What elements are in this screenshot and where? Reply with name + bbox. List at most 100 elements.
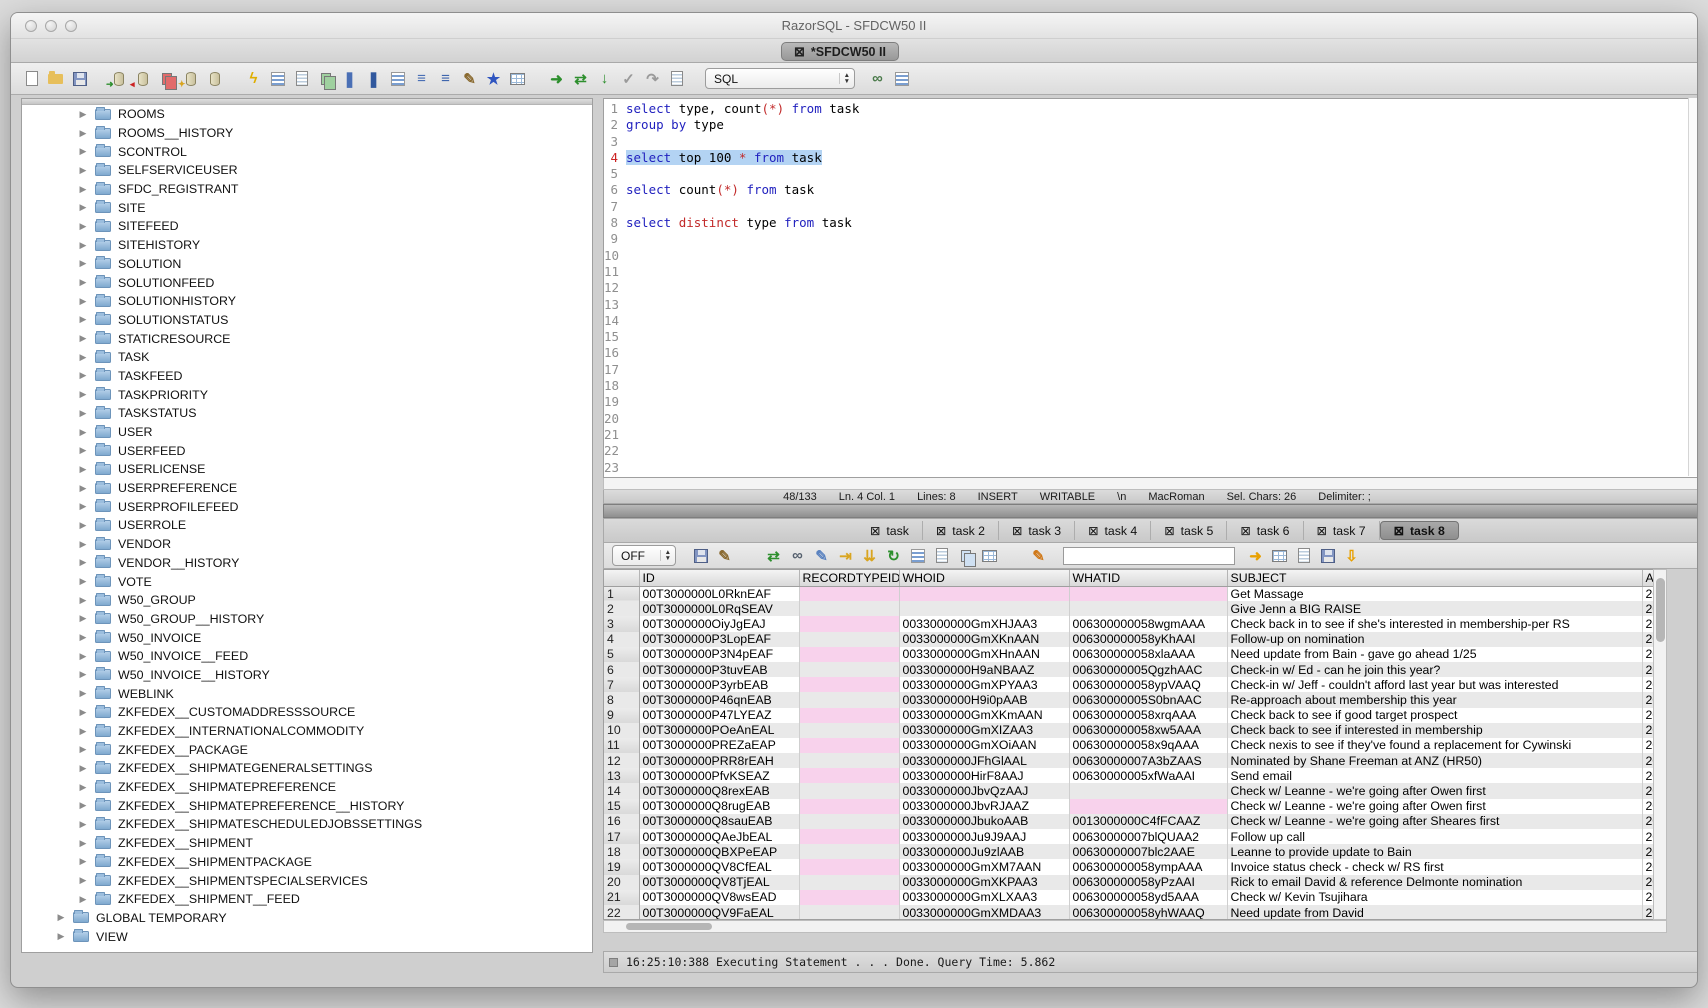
table-cell[interactable]: 00T3000000QV8wsEAD bbox=[639, 890, 799, 905]
table-row[interactable]: 1700T3000000QAeJbEAL0033000000Ju9J9AAJ00… bbox=[604, 829, 1667, 844]
tree-item-site[interactable]: ▶SITE bbox=[22, 198, 592, 217]
table-cell[interactable]: 00T3000000PRR8rEAH bbox=[639, 753, 799, 768]
table-row[interactable]: 400T3000000P3LopEAF0033000000GmXKnAAN006… bbox=[604, 632, 1667, 647]
disclosure-triangle-icon[interactable]: ▶ bbox=[77, 557, 89, 568]
disclosure-triangle-icon[interactable]: ▶ bbox=[77, 632, 89, 643]
tree-item-userlicense[interactable]: ▶USERLICENSE bbox=[22, 460, 592, 479]
table-cell[interactable] bbox=[799, 632, 899, 647]
tab-close-icon[interactable]: ⊠ bbox=[1394, 524, 1404, 538]
fetch-down-icon[interactable]: ↓ bbox=[594, 68, 615, 89]
tree-item-solutionstatus[interactable]: ▶SOLUTIONSTATUS bbox=[22, 311, 592, 330]
column-header-subject[interactable]: SUBJECT bbox=[1227, 570, 1642, 586]
table-cell[interactable]: Check-in w/ Jeff - couldn't afford last … bbox=[1227, 677, 1642, 692]
table-cell[interactable] bbox=[799, 601, 899, 616]
add-row-icon[interactable]: ≡ bbox=[435, 68, 456, 89]
tree-item-solution[interactable]: ▶SOLUTION bbox=[22, 255, 592, 274]
table-cell[interactable] bbox=[799, 875, 899, 890]
row-number-cell[interactable]: 20 bbox=[604, 875, 639, 890]
messages-icon[interactable] bbox=[891, 68, 912, 89]
disclosure-triangle-icon[interactable]: ▶ bbox=[77, 688, 89, 699]
disclosure-triangle-icon[interactable]: ▶ bbox=[77, 894, 89, 905]
favorites-icon[interactable]: ★ bbox=[483, 68, 504, 89]
disclosure-triangle-icon[interactable]: ▶ bbox=[77, 800, 89, 811]
results-list-icon[interactable] bbox=[387, 68, 408, 89]
tree-item-taskstatus[interactable]: ▶TASKSTATUS bbox=[22, 404, 592, 423]
table-row[interactable]: 300T3000000OiyJgEAJ0033000000GmXHJAA3006… bbox=[604, 616, 1667, 631]
tree-item-global-temporary[interactable]: ▶GLOBAL TEMPORARY bbox=[22, 909, 592, 928]
disclosure-triangle-icon[interactable]: ▶ bbox=[77, 651, 89, 662]
table-cell[interactable]: 0033000000H9aNBAAZ bbox=[899, 662, 1069, 677]
table-cell[interactable]: 00T3000000OiyJgEAJ bbox=[639, 616, 799, 631]
preview-icon[interactable]: ∞ bbox=[867, 68, 888, 89]
disclosure-triangle-icon[interactable]: ▶ bbox=[77, 576, 89, 587]
table-cell[interactable]: 006300000058xw5AAA bbox=[1069, 723, 1227, 738]
code-line[interactable] bbox=[626, 199, 1698, 215]
result-tab-task-7[interactable]: ⊠task 7 bbox=[1304, 521, 1380, 540]
expand-tree-icon[interactable]: ⇥ bbox=[835, 545, 856, 566]
column-header-rownum[interactable] bbox=[604, 570, 639, 586]
table-cell[interactable] bbox=[799, 905, 899, 920]
tree-item-user[interactable]: ▶USER bbox=[22, 423, 592, 442]
disclosure-triangle-icon[interactable]: ▶ bbox=[77, 128, 89, 139]
table-row[interactable]: 2100T3000000QV8wsEAD0033000000GmXLXAA300… bbox=[604, 890, 1667, 905]
table-cell[interactable] bbox=[799, 768, 899, 783]
row-number-cell[interactable]: 16 bbox=[604, 814, 639, 829]
table-cell[interactable]: 0033000000GmXIZAA3 bbox=[899, 723, 1069, 738]
result-tab-task-4[interactable]: ⊠task 4 bbox=[1075, 521, 1151, 540]
table-cell[interactable]: 00T3000000QV8TjEAL bbox=[639, 875, 799, 890]
refresh-results-icon[interactable]: ⇄ bbox=[763, 545, 784, 566]
table-cell[interactable]: 006300000058yd5AAA bbox=[1069, 890, 1227, 905]
save-grid-icon[interactable] bbox=[1317, 545, 1338, 566]
table-row[interactable]: 200T3000000L0RqSEAVGive Jenn a BIG RAISE… bbox=[604, 601, 1667, 616]
view-results-icon[interactable]: ∞ bbox=[787, 545, 808, 566]
table-cell[interactable]: 006300000058ypVAAQ bbox=[1069, 677, 1227, 692]
document-tab[interactable]: ⊠ *SFDCW50 II bbox=[781, 42, 899, 61]
table-cell[interactable]: 00T3000000PfvKSEAZ bbox=[639, 768, 799, 783]
result-tab-task-3[interactable]: ⊠task 3 bbox=[999, 521, 1075, 540]
disclosure-triangle-icon[interactable]: ▶ bbox=[77, 875, 89, 886]
row-number-cell[interactable]: 2 bbox=[604, 601, 639, 616]
table-cell[interactable]: Check w/ Leanne - we're going after Owen… bbox=[1227, 799, 1642, 814]
table-cell[interactable]: 00T3000000P3yrbEAB bbox=[639, 677, 799, 692]
table-cell[interactable]: 00T3000000Q8rexEAB bbox=[639, 783, 799, 798]
table-cell[interactable]: 0033000000Ju9J9AAJ bbox=[899, 829, 1069, 844]
row-number-cell[interactable]: 15 bbox=[604, 799, 639, 814]
results-table[interactable]: IDRECORDTYPEIDWHOIDWHATIDSUBJECTAC100T30… bbox=[604, 570, 1667, 920]
table-row[interactable]: 600T3000000P3tuvEAB0033000000H9aNBAAZ006… bbox=[604, 662, 1667, 677]
row-number-cell[interactable]: 10 bbox=[604, 723, 639, 738]
disclosure-triangle-icon[interactable]: ▶ bbox=[77, 352, 89, 363]
disclosure-triangle-icon[interactable]: ▶ bbox=[77, 202, 89, 213]
table-cell[interactable] bbox=[799, 616, 899, 631]
fetch-more-icon[interactable]: ⇊ bbox=[859, 545, 880, 566]
tab-close-icon[interactable]: ⊠ bbox=[1164, 524, 1174, 538]
open-file-icon[interactable] bbox=[45, 68, 66, 89]
row-number-cell[interactable]: 14 bbox=[604, 783, 639, 798]
sql-code-area[interactable]: select type, count(*) from taskgroup by … bbox=[620, 99, 1698, 477]
column-header-recordtypeid[interactable]: RECORDTYPEID bbox=[799, 570, 899, 586]
table-cell[interactable]: Nominated by Shane Freeman at ANZ (HR50) bbox=[1227, 753, 1642, 768]
table-cell[interactable]: 00630000005xfWaAAI bbox=[1069, 768, 1227, 783]
table-cell[interactable] bbox=[799, 890, 899, 905]
tree-item-vendor[interactable]: ▶VENDOR bbox=[22, 535, 592, 554]
table-cell[interactable]: 0033000000H9i0pAAB bbox=[899, 692, 1069, 707]
code-line[interactable] bbox=[626, 427, 1698, 443]
tab-close-icon[interactable]: ⊠ bbox=[1240, 524, 1250, 538]
row-number-cell[interactable]: 22 bbox=[604, 905, 639, 920]
copy-table-icon[interactable] bbox=[156, 68, 177, 89]
code-line[interactable] bbox=[626, 134, 1698, 150]
tree-item-task[interactable]: ▶TASK bbox=[22, 348, 592, 367]
table-cell[interactable]: Check back to see if good target prospec… bbox=[1227, 708, 1642, 723]
disclosure-triangle-icon[interactable]: ▶ bbox=[77, 314, 89, 325]
disconnect-icon[interactable]: ◂ bbox=[132, 68, 153, 89]
table-cell[interactable]: 00T3000000P3LopEAF bbox=[639, 632, 799, 647]
edit-sql-icon[interactable] bbox=[291, 68, 312, 89]
table-cell[interactable]: Rick to email David & reference Delmonte… bbox=[1227, 875, 1642, 890]
table-row[interactable]: 1400T3000000Q8rexEAB0033000000JbvQzAAJCh… bbox=[604, 783, 1667, 798]
table-row[interactable]: 1200T3000000PRR8rEAH0033000000JFhGlAAL00… bbox=[604, 753, 1667, 768]
tree-item-selfserviceuser[interactable]: ▶SELFSERVICEUSER bbox=[22, 161, 592, 180]
table-cell[interactable]: Check w/ Leanne - we're going after Owen… bbox=[1227, 783, 1642, 798]
disclosure-triangle-icon[interactable]: ▶ bbox=[55, 912, 67, 923]
table-cell[interactable]: 006300000058xlaAAA bbox=[1069, 647, 1227, 662]
reload-table-icon[interactable]: ↻ bbox=[883, 545, 904, 566]
table-cell[interactable]: 006300000058wgmAAA bbox=[1069, 616, 1227, 631]
